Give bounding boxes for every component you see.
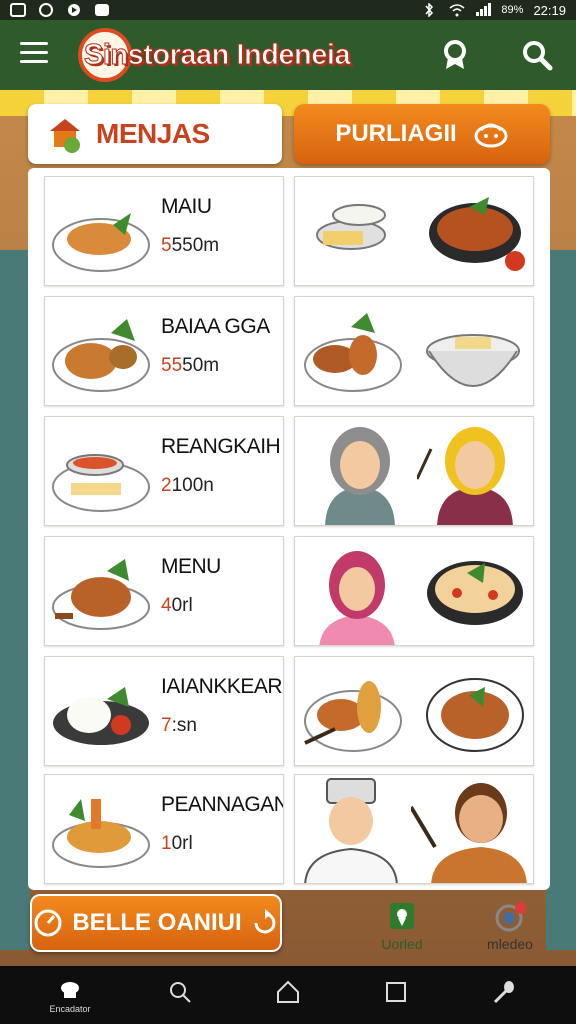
chef-hat-icon <box>61 982 79 998</box>
refresh-icon <box>254 909 276 934</box>
menu-item[interactable]: REANGKAIH 2100n <box>44 416 284 526</box>
menu-item-name: MAIU <box>161 195 212 218</box>
menu-item-price: 5550m <box>161 235 220 256</box>
wifi-icon <box>449 3 465 17</box>
people-illustration <box>294 774 534 884</box>
menu-item-name: REANGKAIH <box>161 435 281 458</box>
restaurant-icon <box>50 119 80 153</box>
menu-icon[interactable] <box>20 42 48 66</box>
nav-search[interactable] <box>160 980 200 1020</box>
rice-bowl-image <box>316 204 386 250</box>
fried-chicken-image <box>304 313 402 392</box>
curry-bowl-image <box>429 197 525 271</box>
badge-button[interactable] <box>436 36 474 74</box>
soup-bowl-image <box>426 334 520 387</box>
search-icon <box>523 41 553 71</box>
menu-item-name: BAIAA GGA <box>161 315 270 338</box>
menu-item-price: 2100n <box>161 475 214 496</box>
app-title: Sinstoraan Indeneia <box>83 38 351 71</box>
notification-bell-icon <box>495 902 525 932</box>
wall-left <box>0 250 30 950</box>
signal-icon <box>475 3 492 17</box>
notification-icon <box>10 3 26 17</box>
clock: 22:19 <box>533 2 566 18</box>
menu-item-price: 10rl <box>161 833 193 854</box>
chat-icon <box>38 3 54 17</box>
nav-recents[interactable] <box>376 980 416 1020</box>
order-icon <box>474 123 508 148</box>
woman-hijab-grey-image <box>325 427 395 525</box>
order-button[interactable]: PURLIAGII <box>294 104 550 164</box>
book-label: BELLE OANIUI <box>72 909 242 936</box>
app-bar: Sinstoraan Indeneia <box>0 20 576 90</box>
meat-plate-image <box>426 678 524 752</box>
dish-image <box>52 213 150 272</box>
brand: Sinstoraan Indeneia <box>78 28 351 82</box>
food-illustration <box>294 176 534 286</box>
tab-notification-label: mledeo <box>487 936 533 952</box>
recents-icon <box>386 982 406 1002</box>
location-icon <box>390 903 414 929</box>
grilled-fish-image <box>304 681 402 752</box>
menu-item-price: 5550m <box>161 355 220 376</box>
menu-item-name: IAIANKKEAR <box>161 675 283 698</box>
nav-home-app[interactable]: Encadator <box>49 980 91 1020</box>
food-illustration <box>294 656 534 766</box>
order-label: PURLIAGII <box>335 120 457 147</box>
menu-label: MENJAS <box>96 118 210 149</box>
man-image <box>411 783 527 883</box>
status-bar: 89% 22:19 <box>0 0 576 20</box>
food-illustration <box>294 296 534 406</box>
system-nav-bar: Encadator <box>0 966 576 1024</box>
dish-image <box>53 687 149 745</box>
menu-item-name: MENU <box>161 555 221 578</box>
battery-level: 89% <box>501 4 524 16</box>
nav-spoon[interactable] <box>484 980 524 1020</box>
dish-image <box>52 454 150 512</box>
menu-item[interactable]: PEANNAGAN 10rl <box>44 774 284 884</box>
menu-tab[interactable]: MENJAS <box>28 104 282 164</box>
noodle-pan-image <box>427 561 523 625</box>
woman-hijab-yellow-image <box>417 427 513 525</box>
menu-item[interactable]: MENU 40rl <box>44 536 284 646</box>
woman-hijab-pink-image <box>319 551 395 645</box>
dish-image <box>52 319 150 392</box>
search-icon <box>170 982 191 1003</box>
home-icon <box>277 980 299 1003</box>
menu-item[interactable]: MAIU 5550m <box>44 176 284 286</box>
nav-home[interactable] <box>268 980 308 1020</box>
search-button[interactable] <box>518 36 556 74</box>
nav-home-caption: Encadator <box>49 1004 91 1014</box>
food-illustration <box>294 536 534 646</box>
wall-right <box>546 250 576 950</box>
bluetooth-icon <box>423 2 439 18</box>
app-icon <box>94 3 110 17</box>
tab-location[interactable]: Uorled <box>362 896 442 952</box>
clock-icon <box>34 909 62 937</box>
book-button[interactable]: BELLE OANIUI <box>30 894 282 952</box>
menu-item[interactable]: BAIAA GGA 5550m <box>44 296 284 406</box>
tab-location-label: Uorled <box>381 936 423 952</box>
menu-item[interactable]: IAIANKKEAR 7:sn <box>44 656 284 766</box>
dish-image <box>52 559 150 630</box>
people-illustration <box>294 416 534 526</box>
chef-image <box>304 778 398 883</box>
menu-item-name: PEANNAGAN <box>161 793 284 816</box>
play-icon <box>66 3 82 17</box>
menu-grid: MAIU 5550m BAIAA GGA 5550m REANGKAIH 210… <box>28 168 550 890</box>
dish-image <box>52 799 150 868</box>
tab-notification[interactable]: mledeo <box>470 896 550 952</box>
menu-item-price: 40rl <box>161 595 193 616</box>
spoon-icon <box>493 981 514 1004</box>
menu-item-price: 7:sn <box>161 715 197 736</box>
badge-icon <box>444 40 466 69</box>
